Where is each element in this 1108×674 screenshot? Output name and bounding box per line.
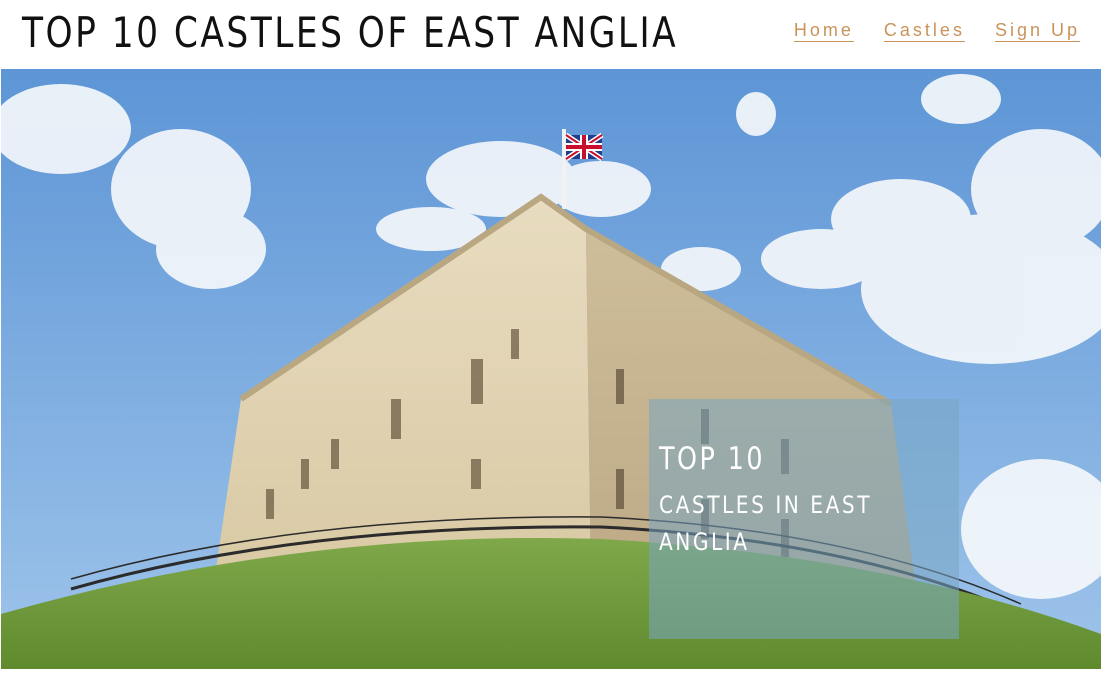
- hero-caption-subtitle: CASTLES IN EAST ANGLIA: [659, 491, 873, 556]
- hero-caption-title: TOP 10: [659, 441, 766, 477]
- hero-caption-box: TOP 10 CASTLES IN EAST ANGLIA: [649, 399, 959, 639]
- nav-sign-up-link[interactable]: Sign Up: [995, 20, 1080, 41]
- hero-banner: TOP 10 CASTLES IN EAST ANGLIA: [1, 69, 1101, 669]
- main-nav: Home Castles Sign Up: [794, 20, 1080, 41]
- site-title: TOP 10 CASTLES OF EAST ANGLIA: [22, 8, 679, 57]
- nav-home-link[interactable]: Home: [794, 20, 854, 41]
- nav-castles-link[interactable]: Castles: [884, 20, 965, 41]
- site-header: TOP 10 CASTLES OF EAST ANGLIA Home Castl…: [0, 0, 1108, 68]
